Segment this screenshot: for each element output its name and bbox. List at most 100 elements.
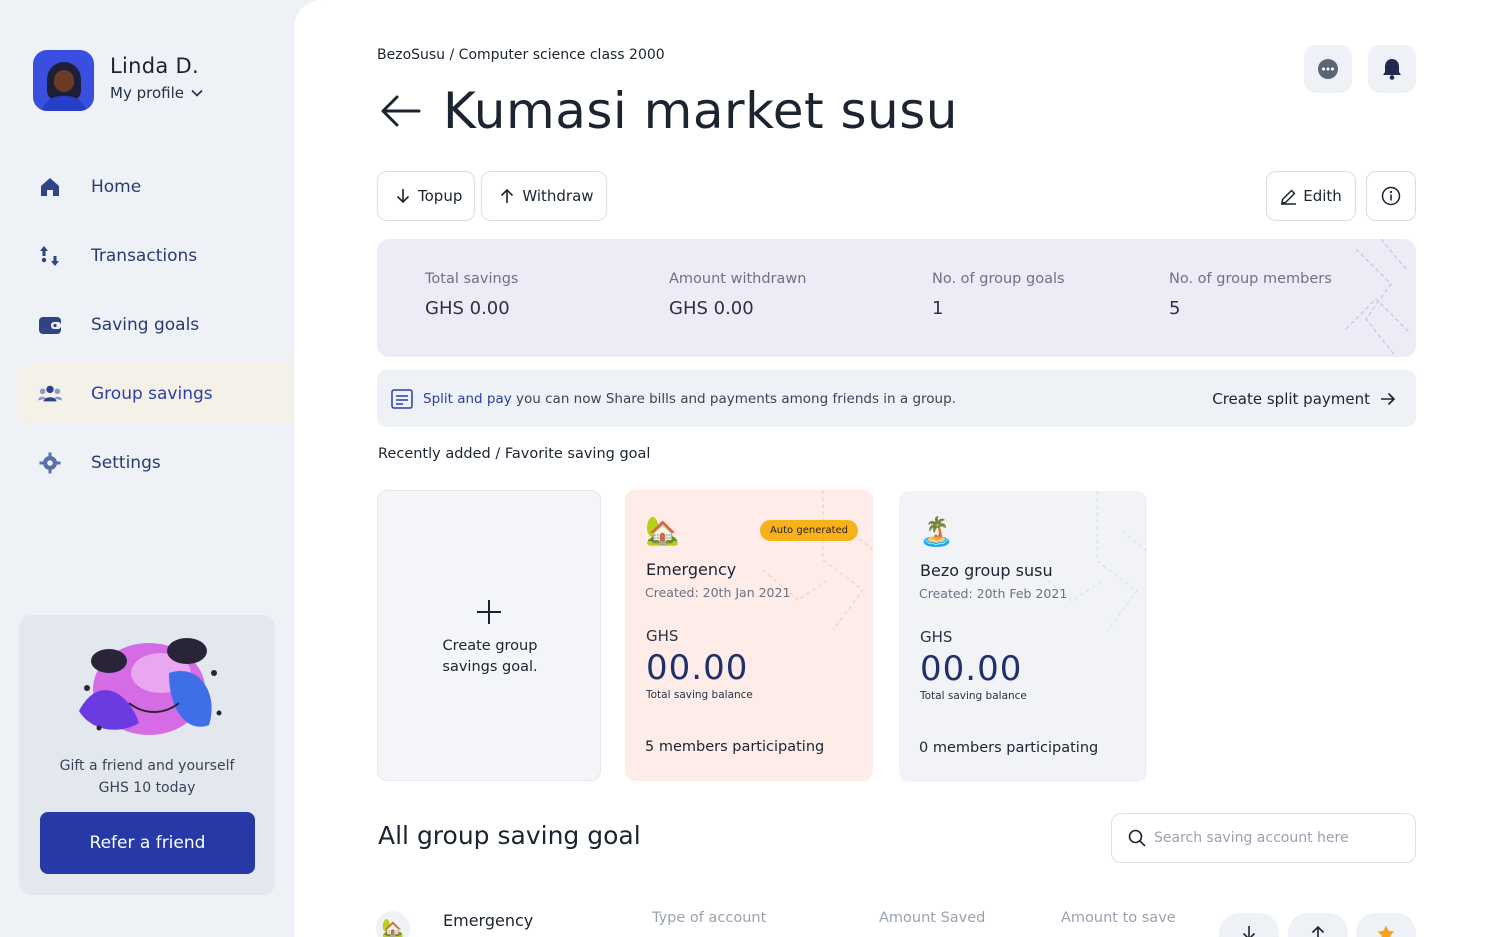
split-payment-banner: Split and pay you can now Share bills an… <box>377 370 1416 427</box>
sidebar-item-label: Home <box>91 177 142 197</box>
main-content: BezoSusu / Computer science class 2000 K… <box>294 0 1500 937</box>
goal-name: Emergency <box>646 560 737 579</box>
withdraw-label: Withdraw <box>522 187 594 205</box>
column-header-to-save: Amount to save <box>1061 910 1176 926</box>
bell-icon <box>1383 59 1401 80</box>
section-label: Recently added / Favorite saving goal <box>378 446 651 462</box>
title-row: Kumasi market susu <box>379 82 958 140</box>
refer-a-friend-button[interactable]: Refer a friend <box>40 812 255 874</box>
column-header-saved: Amount Saved <box>879 910 986 926</box>
goal-currency: GHS <box>920 628 953 646</box>
arrow-down-icon <box>1242 926 1256 937</box>
create-group-goal-card[interactable]: Create group savings goal. <box>377 490 601 781</box>
sidebar-item-group-savings[interactable]: Group savings <box>17 364 294 424</box>
card-pattern-decoration <box>1037 491 1147 632</box>
all-goals-title: All group saving goal <box>378 821 641 850</box>
wallet-icon <box>38 313 62 337</box>
create-split-payment-link[interactable]: Create split payment <box>1212 370 1396 427</box>
sidebar-item-home[interactable]: Home <box>17 157 294 217</box>
arrow-up-icon <box>1311 925 1325 937</box>
back-arrow-icon[interactable] <box>379 89 423 133</box>
star-icon <box>1377 925 1395 937</box>
stat-total-savings: Total savings GHS 0.00 <box>425 271 518 319</box>
pencil-icon <box>1281 189 1297 205</box>
banner-body: you can now Share bills and payments amo… <box>511 390 956 407</box>
banner-text: Split and pay you can now Share bills an… <box>423 391 956 407</box>
promo-line-2: GHS 10 today <box>98 780 196 796</box>
transactions-icon <box>38 244 62 268</box>
plus-icon <box>477 600 501 624</box>
goal-card-emergency[interactable]: 🏡 Auto generated Emergency Created: 20th… <box>625 490 873 781</box>
row-withdraw-button[interactable] <box>1288 913 1348 937</box>
arrow-up-icon <box>501 188 514 203</box>
home-icon <box>38 175 62 199</box>
house-icon: 🏡 <box>376 911 410 937</box>
stat-value: 5 <box>1169 298 1181 319</box>
stat-label: No. of group members <box>1169 271 1332 287</box>
arrow-right-icon <box>1381 392 1396 405</box>
edit-button[interactable]: Edith <box>1266 171 1356 221</box>
profile: Linda D. My profile <box>33 50 204 111</box>
column-header-type: Type of account <box>652 910 767 926</box>
goal-created-date: Created: 20th Feb 2021 <box>919 586 1068 601</box>
row-topup-button[interactable] <box>1219 913 1279 937</box>
breadcrumb[interactable]: BezoSusu / Computer science class 2000 <box>377 47 665 63</box>
stat-value: GHS 0.00 <box>669 298 754 319</box>
create-card-line-2: savings goal. <box>442 659 538 675</box>
goal-balance-label: Total saving balance <box>920 690 1027 702</box>
my-profile-dropdown[interactable]: My profile <box>110 84 204 102</box>
goal-balance-label: Total saving balance <box>646 689 753 701</box>
create-card-line-1: Create group <box>442 638 538 654</box>
sidebar-item-label: Group savings <box>91 384 213 404</box>
goal-members: 0 members participating <box>919 740 1099 756</box>
table-row[interactable]: 🏡 Emergency Type of account Amount Saved… <box>376 905 1416 937</box>
goal-members: 5 members participating <box>645 739 825 755</box>
auto-generated-badge: Auto generated <box>759 520 858 541</box>
row-favorite-button[interactable] <box>1356 913 1416 937</box>
banner-highlight: Split and pay <box>423 390 512 407</box>
info-icon <box>1381 186 1401 206</box>
gear-icon <box>38 451 62 475</box>
group-icon <box>38 382 62 406</box>
page-title: Kumasi market susu <box>443 82 958 140</box>
topup-label: Topup <box>418 187 463 205</box>
stat-group-goals: No. of group goals 1 <box>932 271 1065 319</box>
stat-label: Amount withdrawn <box>669 271 807 287</box>
search-input[interactable] <box>1154 830 1394 846</box>
goal-actions: Edith <box>1266 171 1416 221</box>
my-profile-label: My profile <box>110 84 184 102</box>
referral-promo: Gift a friend and yourself GHS 10 today … <box>19 615 275 895</box>
goal-amount: 00.00 <box>646 648 749 688</box>
topup-button[interactable]: Topup <box>377 171 476 221</box>
promo-line-1: Gift a friend and yourself <box>59 758 235 774</box>
withdraw-button[interactable]: Withdraw <box>481 171 607 221</box>
notifications-button[interactable] <box>1368 45 1416 93</box>
goal-currency: GHS <box>646 627 679 645</box>
goal-created-date: Created: 20th Jan 2021 <box>645 585 791 600</box>
stats-pattern-decoration <box>1345 239 1412 357</box>
wallet-actions: Topup Withdraw <box>377 171 607 221</box>
sidebar-item-transactions[interactable]: Transactions <box>17 226 294 286</box>
stat-amount-withdrawn: Amount withdrawn GHS 0.00 <box>669 271 806 319</box>
stats-panel: Total savings GHS 0.00 Amount withdrawn … <box>377 239 1416 357</box>
sidebar-item-settings[interactable]: Settings <box>17 433 294 493</box>
chat-button[interactable] <box>1304 45 1352 93</box>
goal-amount: 00.00 <box>920 649 1023 689</box>
stat-label: No. of group goals <box>932 271 1065 287</box>
card-pattern-decoration <box>763 490 873 631</box>
search-box <box>1111 813 1416 863</box>
chevron-down-icon <box>191 89 203 97</box>
create-split-payment-label: Create split payment <box>1212 389 1370 408</box>
stat-group-members: No. of group members 5 <box>1169 271 1332 319</box>
stat-label: Total savings <box>425 271 519 287</box>
chat-icon <box>1318 59 1338 79</box>
info-button[interactable] <box>1366 171 1416 221</box>
sidebar-item-label: Settings <box>91 453 161 473</box>
sidebar-nav: Home Transactions Saving goals Group sav… <box>17 157 294 502</box>
referral-illustration <box>79 638 222 735</box>
avatar[interactable] <box>33 50 94 111</box>
header-icons <box>1304 45 1416 93</box>
sidebar-item-saving-goals[interactable]: Saving goals <box>17 295 294 355</box>
island-icon: 🏝️ <box>919 515 954 548</box>
goal-card-bezo-group-susu[interactable]: 🏝️ Bezo group susu Created: 20th Feb 202… <box>899 491 1147 782</box>
